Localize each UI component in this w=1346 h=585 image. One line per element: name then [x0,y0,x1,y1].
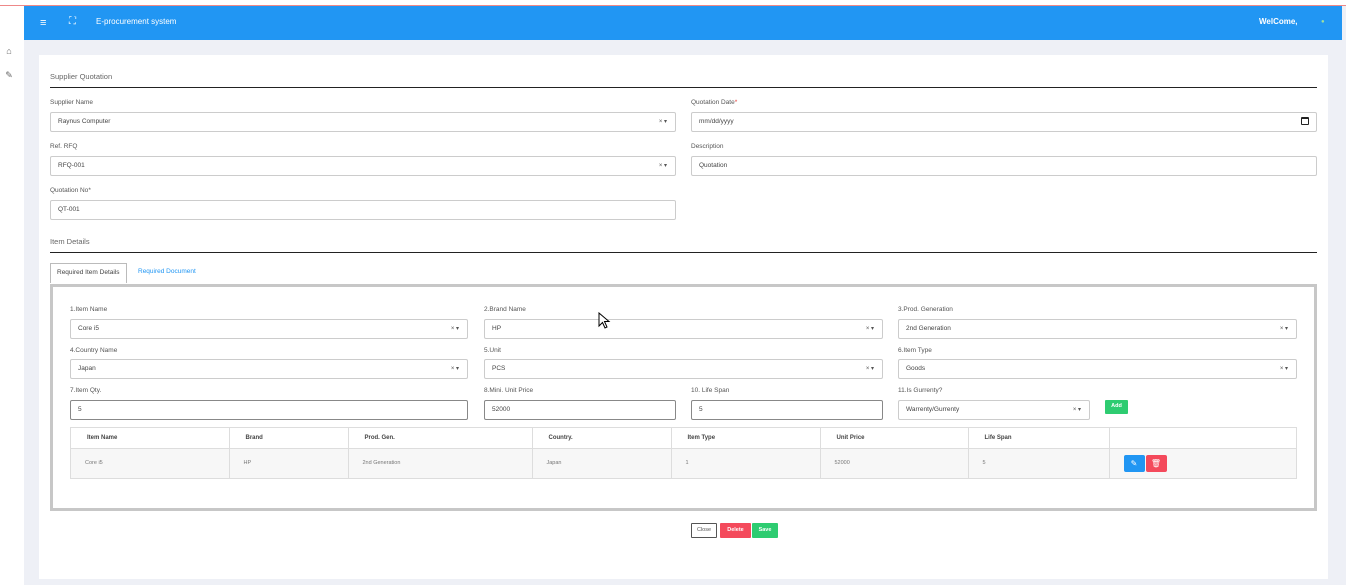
edit-icon: ✎ [1130,458,1138,468]
prod-generation-select[interactable]: 2nd Generation × ▾ [898,319,1297,339]
item-type-select[interactable]: Goods × ▾ [898,359,1297,379]
supplier-name-label: Supplier Name [50,99,93,106]
item-name-select[interactable]: Core i5 × ▾ [70,319,468,339]
clear-dropdown-icon[interactable]: × ▾ [1280,360,1288,378]
edit-row-button[interactable]: ✎ [1123,454,1145,472]
tab-required-document[interactable]: Required Document [132,263,202,283]
fullscreen-icon[interactable]: ⛶ [69,16,76,27]
quotation-date-label: Quotation Date* [691,99,738,106]
description-input[interactable]: Quotation [691,156,1317,176]
section-divider [50,87,1317,88]
brand-name-label: 2.Brand Name [484,306,526,313]
brand-name-select[interactable]: HP × ▾ [484,319,883,339]
table-cell: 5 [968,448,1110,478]
item-qty-value: 5 [78,406,82,413]
column-header: Prod. Gen. [348,428,533,449]
country-name-label: 4.Country Name [70,347,118,354]
is-gurrenty-value: Warrenty/Gurrenty [906,406,960,413]
calendar-icon[interactable] [1301,117,1309,125]
save-button[interactable]: Save [752,523,778,538]
add-item-button[interactable]: Add [1105,400,1128,414]
mouse-pointer-icon [598,312,611,329]
quotation-date-input[interactable]: mm/dd/yyyy [691,112,1317,132]
clear-dropdown-icon[interactable]: × ▾ [659,157,667,175]
item-details-heading: Item Details [50,237,90,246]
column-header: Unit Price [820,428,969,449]
row-actions: ✎ 🗑 [1109,448,1296,478]
section-divider [50,252,1317,253]
quotation-date-placeholder: mm/dd/yyyy [699,118,734,125]
table-cell: 2nd Generation [348,448,533,478]
quotation-no-input[interactable]: QT-001 [50,200,676,220]
clear-dropdown-icon[interactable]: × ▾ [451,360,459,378]
is-gurrenty-label: 11.Is Gurrenty? [898,387,943,394]
prod-generation-label: 3.Prod. Generation [898,306,953,313]
table-row: Core i5 HP 2nd Generation Japan 1 52000 … [71,448,1296,478]
unit-value: PCS [492,365,506,372]
country-name-select[interactable]: Japan × ▾ [70,359,468,379]
table-cell: 52000 [820,448,969,478]
mini-unit-price-value: 52000 [492,406,511,413]
tab-required-item-details[interactable]: Required Item Details [50,263,127,283]
unit-select[interactable]: PCS × ▾ [484,359,883,379]
item-type-label: 6.Item Type [898,347,932,354]
column-header: Item Name [71,428,230,449]
delete-button[interactable]: Delete [720,523,751,538]
clear-dropdown-icon[interactable]: × ▾ [1073,401,1081,419]
mini-unit-price-input[interactable]: 52000 [484,400,676,420]
column-header: Country. [532,428,672,449]
description-label: Description [691,143,724,150]
column-header: Item Type [671,428,821,449]
ref-rfq-label: Ref. RFQ [50,143,78,150]
home-icon[interactable]: ⌂ [4,46,14,56]
item-qty-input[interactable]: 5 [70,400,468,420]
hamburger-menu-icon[interactable]: ≡ [40,18,46,29]
table-cell: Japan [532,448,672,478]
clear-dropdown-icon[interactable]: × ▾ [866,320,874,338]
column-header: Brand [229,428,349,449]
ref-rfq-select[interactable]: RFQ-001 × ▾ [50,156,676,176]
unit-label: 5.Unit [484,347,501,354]
user-status-dot: ● [1321,19,1325,25]
items-table: Item Name Brand Prod. Gen. Country. Item… [70,427,1297,479]
ref-rfq-value: RFQ-001 [58,162,85,169]
supplier-name-value: Raynus Computer [58,118,111,125]
brand-name-value: HP [492,325,502,332]
table-cell: HP [229,448,349,478]
quotation-no-value: QT-001 [58,206,80,213]
delete-row-button[interactable]: 🗑 [1145,454,1167,472]
clear-dropdown-icon[interactable]: × ▾ [1280,320,1288,338]
item-qty-label: 7.Item Qty. [70,387,102,394]
column-header-actions [1109,428,1296,449]
sidebar: ⌂ ✎ [0,6,24,585]
quotation-no-label: Quotation No* [50,187,91,194]
description-value: Quotation [699,162,728,169]
column-header: Life Span [968,428,1110,449]
item-name-label: 1.Item Name [70,306,108,313]
mini-unit-price-label: 8.Mini. Unit Price [484,387,534,394]
is-gurrenty-select[interactable]: Warrenty/Gurrenty × ▾ [898,400,1090,420]
life-span-value: 5 [699,406,703,413]
supplier-name-select[interactable]: Raynus Computer × ▾ [50,112,676,132]
item-type-value: Goods [906,365,926,372]
top-navbar: ≡ ⛶ E-procurement system WelCome, ● [24,6,1342,40]
country-name-value: Japan [78,365,96,372]
prod-generation-value: 2nd Generation [906,325,951,332]
app-title: E-procurement system [96,17,177,26]
trash-icon: 🗑 [1150,458,1162,468]
supplier-quotation-heading: Supplier Quotation [50,72,113,81]
life-span-input[interactable]: 5 [691,400,883,420]
clear-dropdown-icon[interactable]: × ▾ [659,113,667,131]
clear-dropdown-icon[interactable]: × ▾ [866,360,874,378]
clear-dropdown-icon[interactable]: × ▾ [451,320,459,338]
table-cell: Core i5 [71,448,230,478]
close-button[interactable]: Close [691,523,717,538]
edit-icon[interactable]: ✎ [4,70,14,80]
welcome-text: WelCome, [1259,17,1298,26]
life-span-label: 10. Life Span [691,387,730,394]
item-name-value: Core i5 [78,325,99,332]
table-cell: 1 [671,448,821,478]
